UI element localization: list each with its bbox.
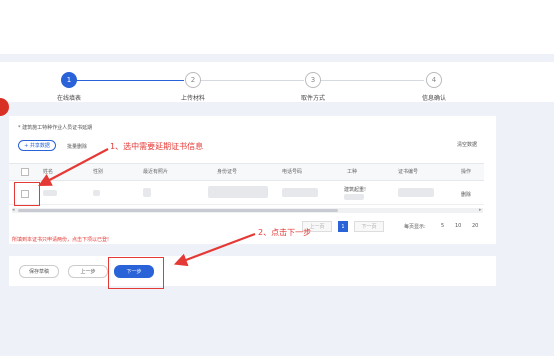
col-header: 身份证号 [217, 169, 238, 175]
gender-cell-blurred [93, 190, 100, 196]
annotation-1: 1、选中需要延期证书信息 [110, 142, 204, 151]
step-1-circle: 1 [61, 72, 77, 88]
step-3-circle: 3 [305, 72, 321, 88]
col-header: 证书编号 [398, 169, 419, 175]
select-all-checkbox[interactable] [21, 168, 29, 176]
per-page-label: 每页显示: [404, 224, 426, 230]
job-cell: 建筑起重! [344, 187, 367, 193]
col-header: 最近有照片 [143, 169, 169, 175]
per-page-20[interactable]: 20 [472, 223, 478, 229]
clear-data-button[interactable]: 清空数据 [457, 141, 477, 148]
step-3-label: 取件方式 [300, 95, 325, 102]
top-bar [0, 0, 554, 54]
page-1-button[interactable]: 1 [338, 221, 348, 232]
col-header: 性别 [93, 169, 104, 175]
delete-row-link[interactable]: 删除 [461, 191, 471, 198]
highlight-checkbox [14, 182, 40, 206]
per-page-10[interactable]: 10 [455, 223, 461, 229]
batch-delete-button[interactable]: 批量删除 [67, 143, 87, 150]
step-connector [320, 80, 424, 81]
note-text: 所填到本证书只申请两份，点击下项以已登! [12, 237, 110, 243]
annotation-2: 2、点击下一步 [258, 228, 312, 237]
scroll-left-icon[interactable]: ◂ [12, 207, 15, 213]
prev-step-button[interactable]: 上一步 [68, 265, 108, 278]
section-title: * 建筑施工特种作业人员证书延期 [18, 125, 93, 131]
photo-cell-blurred [143, 188, 151, 197]
step-2-label: 上传材料 [180, 95, 205, 102]
step-4-label: 信息确认 [421, 95, 446, 102]
scroll-right-icon[interactable]: ▸ [479, 207, 482, 213]
per-page-5[interactable]: 5 [441, 223, 444, 229]
step-connector [76, 80, 184, 81]
phone-cell-blurred [282, 188, 318, 197]
col-header: 姓名 [43, 169, 54, 175]
col-header: 电话号码 [282, 169, 303, 175]
step-1-label: 在线填表 [56, 95, 81, 102]
name-cell-blurred [43, 190, 57, 196]
save-draft-button[interactable]: 保存草稿 [19, 265, 59, 278]
step-connector [200, 80, 304, 81]
step-4-circle: 4 [426, 72, 442, 88]
share-data-button[interactable]: + 共享数据 [18, 140, 56, 151]
job-cell-blurred [344, 194, 364, 200]
highlight-next-button [108, 257, 164, 289]
col-header: 工种 [347, 169, 358, 175]
col-header: 操作 [461, 169, 472, 175]
id-cell-blurred [208, 186, 268, 198]
scrollbar-thumb[interactable] [18, 209, 338, 212]
step-2-circle: 2 [185, 72, 201, 88]
cert-cell-blurred [398, 188, 434, 197]
next-page-button[interactable]: 下一页 [354, 221, 384, 232]
